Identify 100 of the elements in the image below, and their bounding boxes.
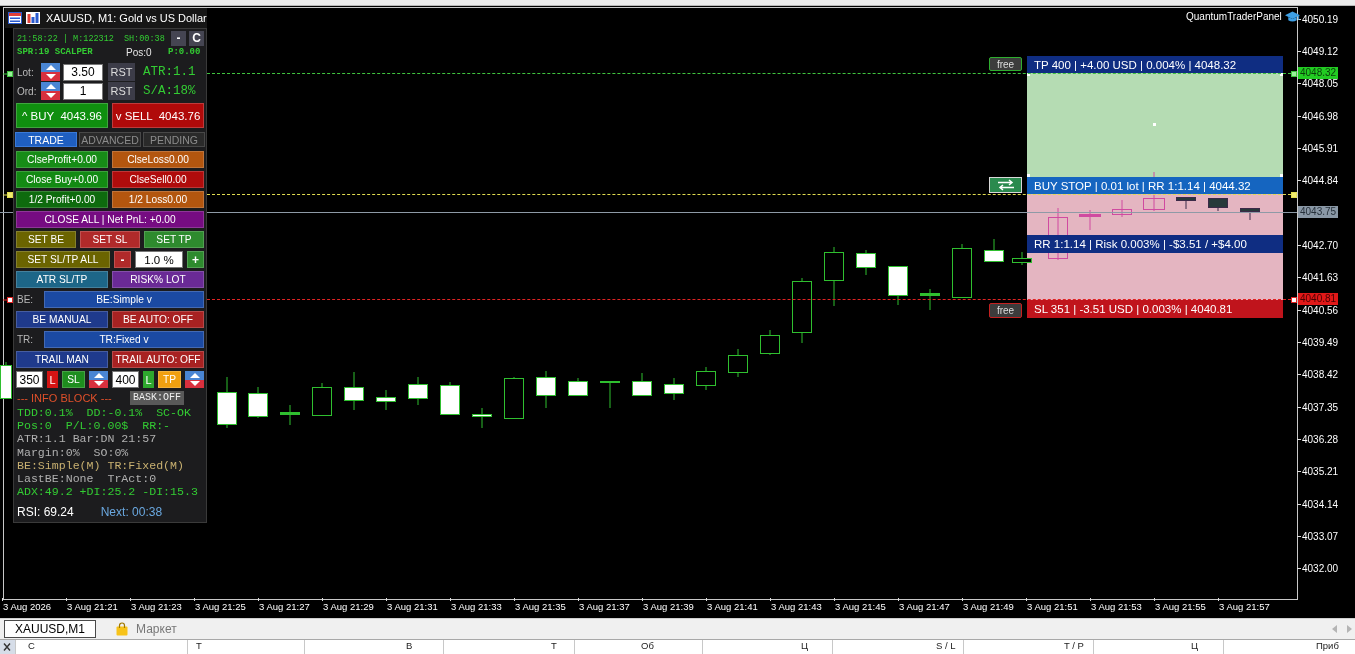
- step-button[interactable]: -: [114, 251, 131, 268]
- column-header[interactable]: С: [28, 640, 35, 651]
- sell-button[interactable]: v SELL 4043.76: [112, 103, 204, 128]
- action-button[interactable]: SET SL/TP ALL: [16, 251, 110, 268]
- basket-button[interactable]: BASK:OFF: [130, 390, 184, 405]
- candle: [984, 238, 1004, 263]
- number-field[interactable]: 400: [112, 371, 139, 388]
- step-up-button[interactable]: [41, 63, 60, 72]
- column-header[interactable]: Т: [551, 640, 557, 651]
- column-header[interactable]: T / P: [1064, 640, 1084, 651]
- dropdown[interactable]: BE:Simple v: [44, 291, 204, 308]
- chart-tab[interactable]: XAUUSD,M1: [4, 620, 96, 638]
- price-axis-label: 4045.91: [1302, 142, 1339, 154]
- action-button[interactable]: SET SL: [80, 231, 140, 248]
- step-down-button[interactable]: [41, 72, 60, 81]
- action-button[interactable]: ClseLoss0.00: [112, 151, 204, 168]
- entry-bar[interactable]: BUY STOP | 0.01 lot | RR 1:1.14 | 4044.32: [1027, 177, 1283, 194]
- panel-tab[interactable]: TRADE: [15, 132, 77, 147]
- column-header[interactable]: Приб: [1316, 640, 1339, 651]
- action-button[interactable]: ClseSell0.00: [112, 171, 204, 188]
- action-button[interactable]: TRAIL MAN: [16, 351, 108, 368]
- action-button[interactable]: SET TP: [144, 231, 204, 248]
- up-triangle-icon: [93, 372, 104, 378]
- candle: [280, 404, 300, 426]
- reset-button[interactable]: RST: [108, 63, 135, 81]
- candle: [1240, 207, 1260, 221]
- number-field[interactable]: 350: [16, 371, 43, 388]
- action-button[interactable]: SL: [62, 371, 85, 388]
- clock-text: 21:58:22 | M:122312: [17, 33, 114, 44]
- candle: [472, 407, 492, 429]
- line-handle-icon[interactable]: [3, 296, 13, 303]
- candle: [312, 382, 332, 417]
- step-up-button[interactable]: [185, 371, 204, 380]
- time-axis-label: 3 Aug 21:39: [643, 601, 694, 612]
- price-label: 4040.81: [1298, 293, 1339, 305]
- column-header[interactable]: Об: [641, 640, 654, 651]
- action-button[interactable]: ClseProfit+0.00: [16, 151, 108, 168]
- candle: [1143, 171, 1165, 212]
- candle: [632, 372, 652, 397]
- column-header[interactable]: Ц: [1191, 640, 1199, 651]
- action-button[interactable]: SET BE: [16, 231, 76, 248]
- entry-line[interactable]: [207, 194, 1291, 195]
- column-header[interactable]: Т: [196, 640, 202, 651]
- time-axis-label: 3 Aug 21:21: [67, 601, 118, 612]
- candle: [217, 376, 237, 429]
- buy-button[interactable]: ^ BUY 4043.96: [16, 103, 108, 128]
- action-button[interactable]: Close Buy+0.00: [16, 171, 108, 188]
- info-line: BE:Simple(M) TR:Fixed(M): [17, 458, 184, 472]
- action-button[interactable]: BE MANUAL: [16, 311, 108, 328]
- stop-loss-bar[interactable]: SL 351 | -3.51 USD | 0.003% | 4040.81: [1027, 300, 1283, 318]
- dropdown[interactable]: TR:Fixed v: [44, 331, 204, 348]
- action-button[interactable]: 1/2 Loss0.00: [112, 191, 204, 208]
- candle: [1176, 196, 1196, 210]
- take-profit-line[interactable]: [207, 73, 1291, 74]
- price-axis-label: 4033.07: [1302, 531, 1339, 542]
- free-button[interactable]: free: [989, 303, 1022, 318]
- step-down-button[interactable]: [41, 91, 60, 100]
- take-profit-bar[interactable]: TP 400 | +4.00 USD | 0.004% | 4048.32: [1027, 56, 1283, 73]
- action-button[interactable]: 1/2 Profit+0.00: [16, 191, 108, 208]
- candle: [1012, 251, 1032, 266]
- action-button[interactable]: TRAIL AUTO: OFF: [112, 351, 204, 368]
- step-down-button[interactable]: [185, 379, 204, 388]
- column-header[interactable]: S / L: [936, 640, 956, 651]
- free-button[interactable]: free: [989, 57, 1022, 71]
- action-button[interactable]: CLOSE ALL | Net PnL: +0.00: [16, 211, 204, 228]
- action-button[interactable]: ATR SL/TP: [16, 271, 108, 288]
- list-icon[interactable]: [8, 12, 22, 24]
- candle: [920, 288, 940, 311]
- window-button[interactable]: -: [171, 31, 186, 46]
- stop-loss-line[interactable]: [207, 299, 1291, 300]
- time-axis-label: 3 Aug 21:57: [1219, 601, 1270, 612]
- swap-button[interactable]: [989, 177, 1022, 193]
- column-header[interactable]: Ц: [801, 640, 809, 651]
- field-label: Lot:: [16, 66, 35, 78]
- candle: [728, 348, 748, 378]
- time-axis-label: 3 Aug 21:41: [707, 601, 758, 612]
- panel-tab[interactable]: PENDING: [143, 132, 205, 147]
- close-icon[interactable]: [0, 640, 15, 654]
- time-axis-label: 3 Aug 21:51: [1027, 601, 1078, 612]
- column-header[interactable]: В: [406, 640, 413, 651]
- step-button[interactable]: +: [187, 251, 204, 268]
- toggle-button[interactable]: L: [47, 371, 58, 388]
- window-button[interactable]: C: [189, 31, 204, 46]
- candle: [408, 376, 428, 406]
- step-down-button[interactable]: [89, 379, 108, 388]
- reset-button[interactable]: RST: [108, 82, 135, 100]
- action-button[interactable]: BE AUTO: OFF: [112, 311, 204, 328]
- step-up-button[interactable]: [41, 82, 60, 91]
- line-handle-icon[interactable]: [3, 70, 13, 77]
- down-triangle-icon: [45, 93, 56, 98]
- market-tab[interactable]: Маркет: [106, 620, 187, 638]
- number-field[interactable]: 1.0 %: [135, 251, 183, 268]
- number-field[interactable]: 3.50: [63, 63, 103, 81]
- line-handle-icon[interactable]: [3, 191, 13, 198]
- price-axis-label: 4037.35: [1302, 401, 1339, 413]
- number-field[interactable]: 1: [63, 82, 103, 100]
- action-button[interactable]: RISK% LOT: [112, 271, 204, 288]
- step-up-button[interactable]: [89, 371, 108, 380]
- bar-chart-icon[interactable]: [26, 12, 40, 24]
- panel-tab[interactable]: ADVANCED: [79, 132, 141, 147]
